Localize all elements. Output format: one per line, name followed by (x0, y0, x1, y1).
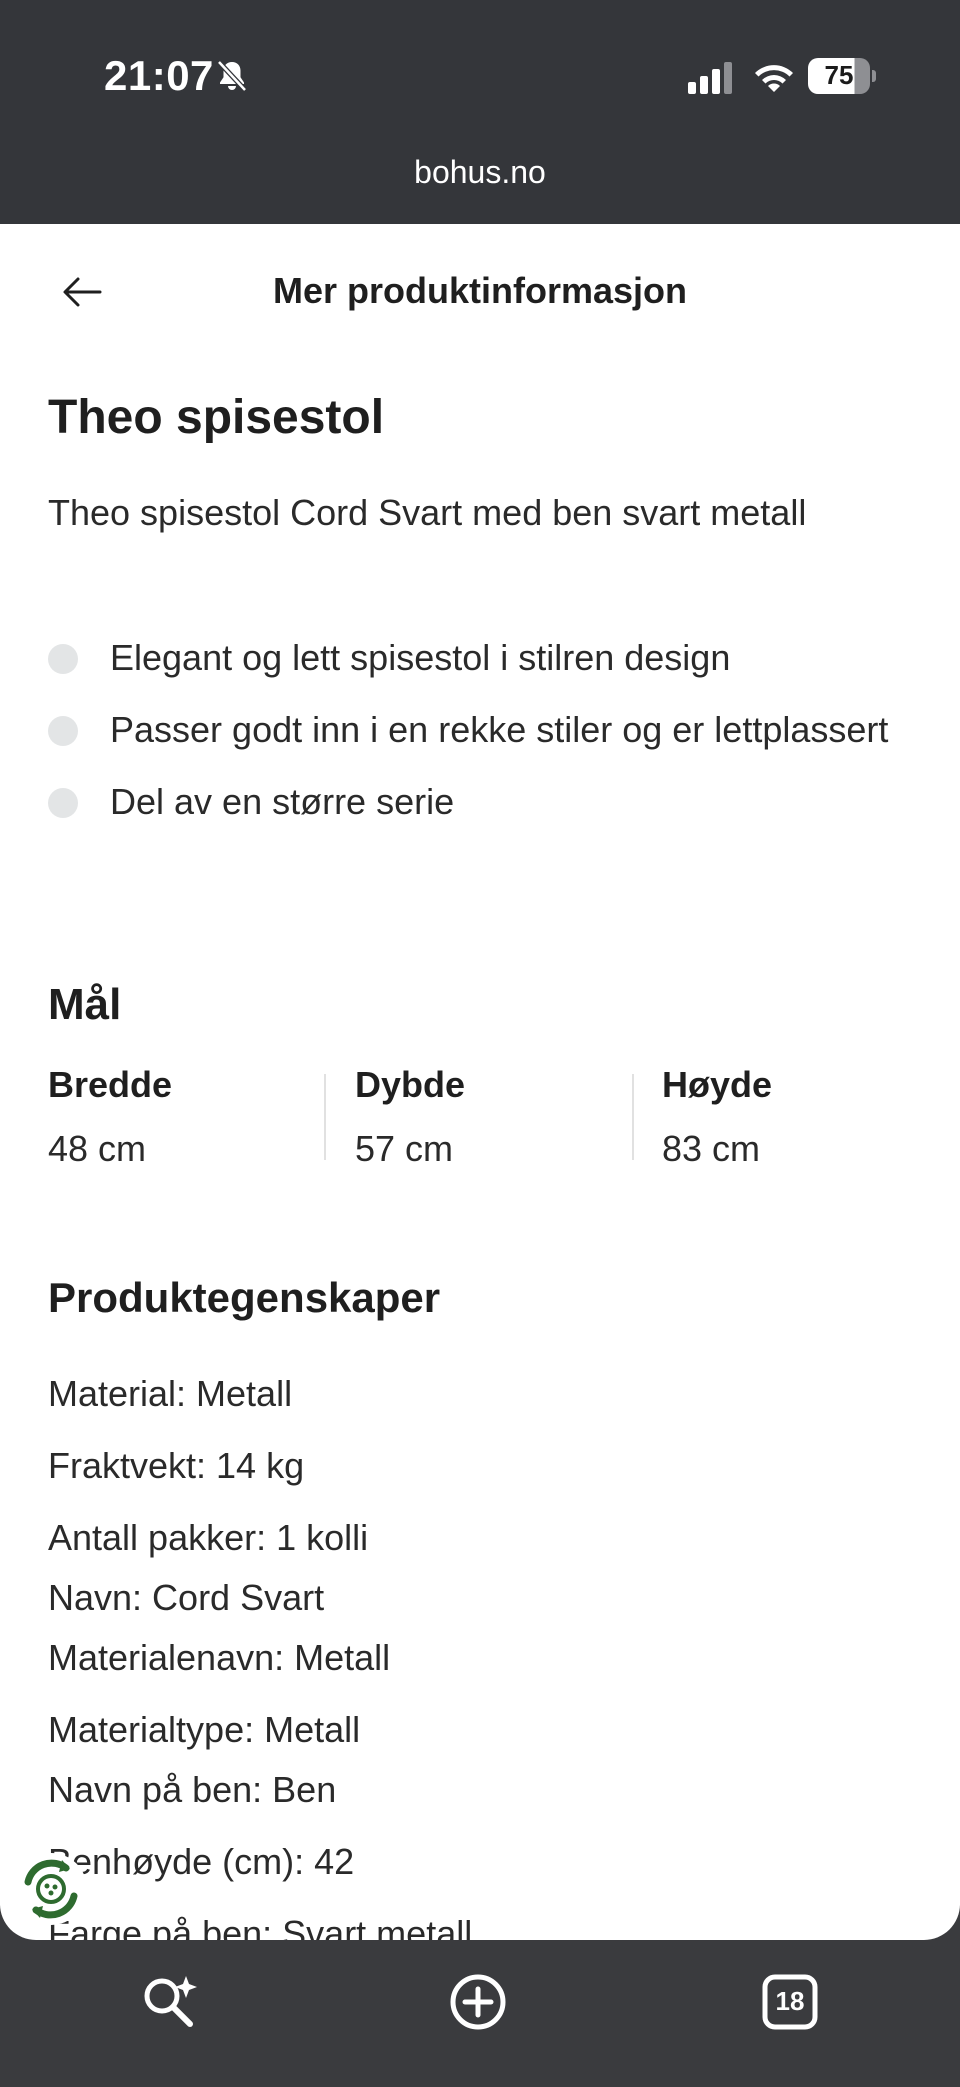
product-subtitle: Theo spisestol Cord Svart med ben svart … (48, 492, 807, 533)
dimensions-title: Mål (48, 980, 122, 1029)
new-tab-plus-icon[interactable] (446, 1970, 510, 2034)
property-item: Materialenavn: Metall (48, 1637, 391, 1678)
dimension-divider (632, 1074, 634, 1160)
dimension-width: Bredde 48 cm (48, 1064, 336, 1169)
dimension-label: Bredde (48, 1064, 173, 1105)
dimensions-row: Bredde 48 cm Dybde 57 cm Høyde 83 cm (48, 1064, 912, 1169)
property-item: Materialtype: Metall (48, 1709, 361, 1750)
dimension-label: Dybde (355, 1064, 466, 1105)
properties-list: Material: Metall Fraktvekt: 14 kg Antall… (48, 1364, 912, 1940)
feature-text: Passer godt inn i en rekke stiler og er … (110, 709, 889, 750)
sheet-title: Mer produktinformasjon (272, 270, 688, 311)
dimension-label: Høyde (662, 1064, 773, 1105)
tabs-button[interactable]: 18 (758, 1970, 822, 2034)
search-sparkle-icon[interactable] (138, 1970, 202, 2034)
status-time: 21:07 (104, 52, 214, 99)
feature-list: Elegant og lett spisestol i stilren desi… (48, 628, 908, 844)
dimension-value: 83 cm (662, 1128, 761, 1169)
product-info-sheet: Mer produktinformasjon Theo spisestol Th… (0, 224, 960, 1940)
dimension-value: 57 cm (355, 1128, 454, 1169)
battery-percent: 75 (824, 60, 854, 90)
dimension-depth: Dybde 57 cm (355, 1064, 643, 1169)
property-item: Farge på ben: Svart metall (48, 1913, 473, 1940)
browser-bottom-toolbar: 18 (0, 1940, 960, 2087)
cellular-signal-icon (688, 62, 732, 94)
product-title: Theo spisestol (48, 391, 385, 444)
feature-item: Elegant og lett spisestol i stilren desi… (48, 628, 908, 688)
feature-item: Passer godt inn i en rekke stiler og er … (48, 700, 908, 760)
feature-item: Del av en større serie (48, 772, 908, 832)
property-item: Navn: Cord Svart (48, 1577, 325, 1618)
bullet-dot (48, 788, 78, 818)
property-item: Antall pakker: 1 kolli (48, 1517, 369, 1558)
url-label[interactable]: bohus.no (0, 154, 960, 191)
silent-bell-icon (217, 60, 247, 92)
wifi-icon (755, 65, 793, 92)
feature-text: Del av en større serie (110, 781, 455, 822)
battery-icon: 75 (808, 58, 876, 94)
browser-top-bar: 21:07 75 bohus.no (0, 0, 960, 224)
feature-text: Elegant og lett spisestol i stilren desi… (110, 637, 731, 678)
property-item: Navn på ben: Ben (48, 1769, 337, 1810)
tabs-count: 18 (775, 1986, 805, 2016)
bullet-dot (48, 644, 78, 674)
recycle-badge-icon[interactable] (14, 1852, 88, 1926)
dimension-divider (324, 1074, 326, 1160)
dimension-height: Høyde 83 cm (662, 1064, 950, 1169)
bullet-dot (48, 716, 78, 746)
property-item: Benhøyde (cm): 42 (48, 1841, 355, 1882)
property-item: Material: Metall (48, 1373, 293, 1414)
property-item: Fraktvekt: 14 kg (48, 1445, 305, 1486)
dimension-value: 48 cm (48, 1128, 147, 1169)
properties-title: Produktegenskaper (48, 1274, 441, 1321)
battery-cap (872, 70, 876, 82)
